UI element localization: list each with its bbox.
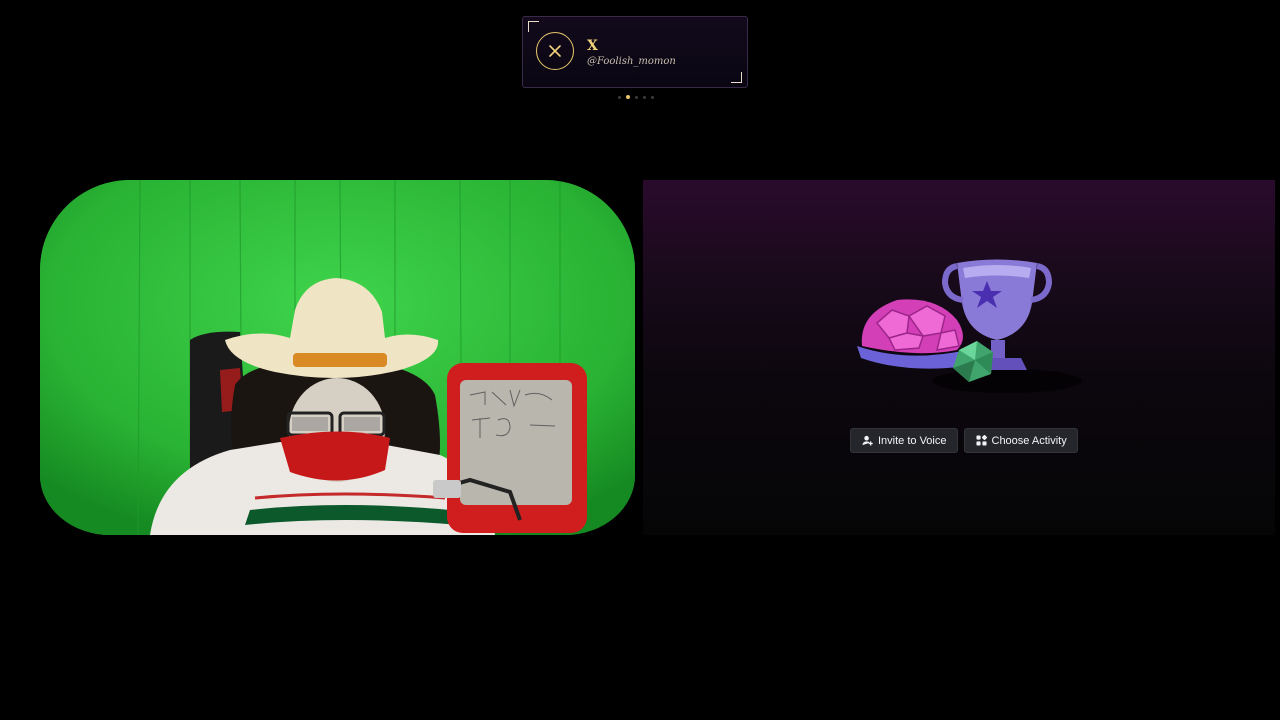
webcam-feed-image	[40, 180, 635, 535]
apps-icon	[975, 435, 987, 446]
user-add-icon	[862, 435, 873, 446]
choose-activity-button[interactable]: Choose Activity	[963, 428, 1078, 453]
webcam-video-tile[interactable]	[40, 180, 635, 535]
invite-to-voice-label: Invite to Voice	[878, 434, 947, 447]
choose-activity-label: Choose Activity	[991, 434, 1067, 447]
activity-button-row: Invite to Voice Choose Activity	[850, 428, 1078, 453]
activity-panel: Invite to Voice Choose Activity	[643, 180, 1275, 535]
social-handle: @Foolish_momon	[587, 56, 676, 67]
pager-dot-active[interactable]	[626, 95, 630, 99]
social-platform-name: X	[587, 38, 598, 54]
corner-bracket-bottom-right	[731, 72, 742, 83]
activity-trophy-illustration	[857, 259, 1082, 393]
social-card: X @Foolish_momon	[522, 16, 748, 88]
x-icon	[536, 32, 574, 70]
pager-dot[interactable]	[618, 95, 621, 99]
pager-dot[interactable]	[635, 95, 638, 99]
invite-to-voice-button[interactable]: Invite to Voice	[850, 428, 958, 453]
pager-dot[interactable]	[643, 95, 646, 99]
social-pager	[618, 95, 654, 99]
corner-bracket-top-left	[528, 21, 539, 32]
pager-dot[interactable]	[651, 95, 654, 99]
